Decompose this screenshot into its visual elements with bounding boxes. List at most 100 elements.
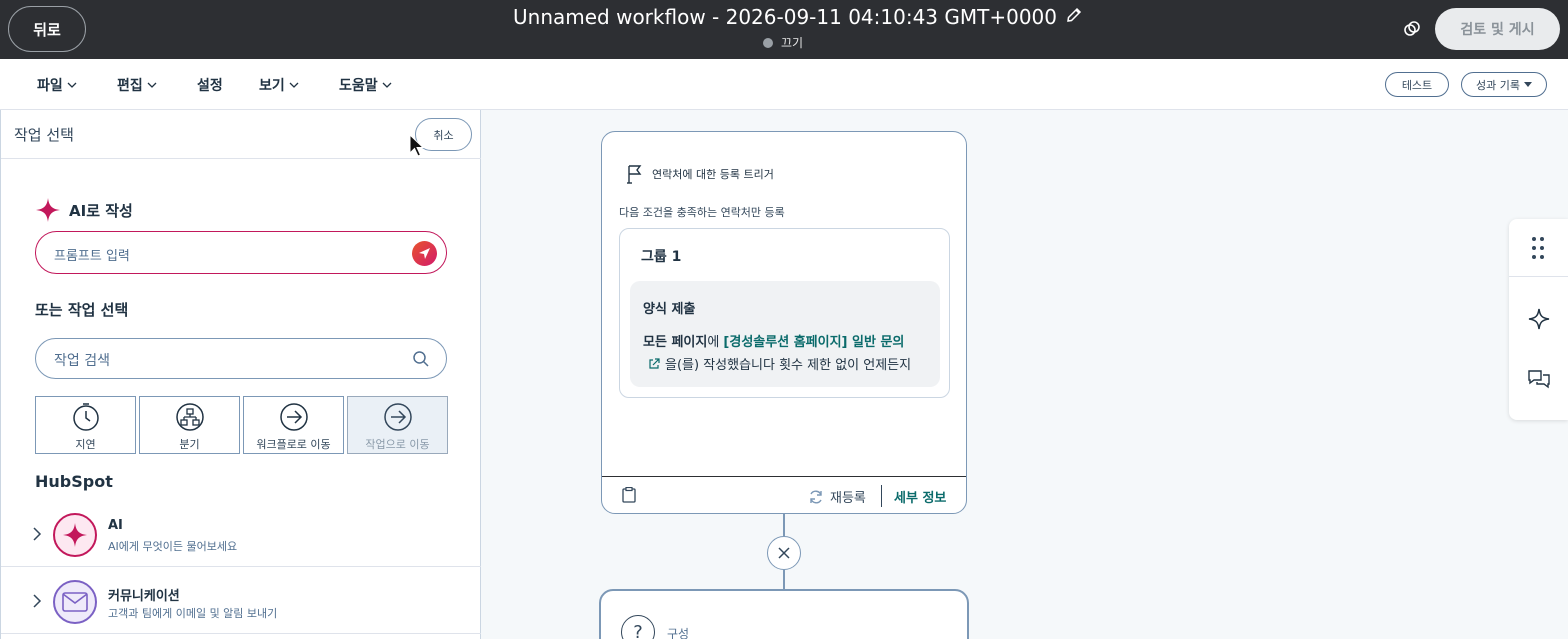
sparkle-icon bbox=[36, 198, 60, 222]
review-publish-button[interactable]: 검토 및 게시 bbox=[1435, 8, 1560, 50]
ai-heading-text: AI로 작성 bbox=[69, 201, 133, 220]
group-title: 그룹 1 bbox=[641, 249, 682, 265]
config-label: 구성 bbox=[667, 627, 690, 639]
action-go-to-action-label: 작업으로 이동 bbox=[365, 438, 430, 451]
prompt-input[interactable]: 프롬프트 입력 bbox=[35, 231, 447, 274]
action-delay-label: 지연 bbox=[75, 438, 96, 451]
action-go-to-workflow[interactable]: 워크플로로 이동 bbox=[243, 396, 344, 454]
panel-title: 작업 선택 bbox=[14, 126, 74, 144]
workflow-title[interactable]: Unnamed workflow - 2026-09-11 04:10:43 G… bbox=[513, 5, 1083, 29]
chevron-right-icon bbox=[33, 527, 42, 541]
menu-view[interactable]: 보기 bbox=[259, 75, 299, 95]
reenroll-button[interactable]: 재등록 bbox=[808, 487, 866, 506]
category-ai[interactable]: AI AI에게 무엇이든 물어보세요 bbox=[1, 501, 481, 567]
refresh-icon bbox=[810, 490, 822, 503]
performance-dropdown[interactable]: 성과 기록 bbox=[1461, 72, 1547, 97]
filter-description-line2: 을(를) 작성했습니다 횟수 제한 없이 언제든지 bbox=[648, 354, 911, 373]
filter-group: 그룹 1 양식 제출 모든 페이지에 [경성솔루션 홈페이지] 일반 문의 을(… bbox=[619, 228, 950, 398]
chevron-right-icon bbox=[33, 594, 42, 608]
menu-edit[interactable]: 편집 bbox=[117, 75, 157, 95]
prompt-placeholder: 프롬프트 입력 bbox=[54, 249, 130, 264]
filter-page-scope: 모든 페이지 bbox=[643, 335, 708, 350]
menu-edit-label: 편집 bbox=[117, 78, 143, 94]
hubspot-heading: HubSpot bbox=[35, 472, 113, 491]
sparkle-icon bbox=[53, 513, 97, 557]
workflow-status: 끄기 bbox=[763, 34, 803, 51]
menu-file-label: 파일 bbox=[37, 78, 63, 94]
filter-frequency: 을(를) 작성했습니다 횟수 제한 없이 언제든지 bbox=[665, 358, 912, 373]
menu-file[interactable]: 파일 bbox=[37, 75, 77, 95]
workflow-title-text: Unnamed workflow - 2026-09-11 04:10:43 G… bbox=[513, 5, 1058, 29]
category-ai-name: AI bbox=[108, 518, 123, 533]
connector-line bbox=[783, 570, 785, 589]
action-go-to-action: 작업으로 이동 bbox=[347, 396, 448, 454]
chevron-down-icon bbox=[289, 82, 299, 88]
details-link[interactable]: 세부 정보 bbox=[894, 487, 946, 506]
comments-icon[interactable] bbox=[1527, 369, 1551, 395]
action-search-input[interactable]: 작업 검색 bbox=[35, 338, 447, 379]
chevron-down-icon bbox=[147, 82, 157, 88]
trigger-card-footer: 재등록 세부 정보 bbox=[602, 476, 966, 514]
chevron-down-icon bbox=[67, 82, 77, 88]
question-icon: ? bbox=[621, 615, 655, 639]
reenroll-label: 재등록 bbox=[830, 491, 866, 506]
remove-connection-button[interactable] bbox=[767, 536, 801, 570]
flag-icon bbox=[627, 165, 642, 184]
filter-description-line1: 모든 페이지에 [경성솔루션 홈페이지] 일반 문의 bbox=[643, 331, 904, 350]
right-toolbar bbox=[1509, 219, 1568, 420]
menu-settings[interactable]: 설정 bbox=[197, 75, 223, 95]
ai-sparkle-icon[interactable] bbox=[1527, 307, 1551, 335]
status-text: 끄기 bbox=[781, 36, 804, 50]
menu-help[interactable]: 도움말 bbox=[339, 75, 392, 95]
chevron-down-icon bbox=[382, 82, 392, 88]
branch-icon bbox=[175, 403, 204, 431]
status-dot-icon bbox=[763, 37, 773, 48]
form-link[interactable]: [경성솔루션 홈페이지] 일반 문의 bbox=[723, 335, 904, 350]
filter-title: 양식 제출 bbox=[643, 302, 696, 317]
test-button[interactable]: 테스트 bbox=[1385, 72, 1449, 97]
arrow-right-circle-icon bbox=[279, 403, 308, 431]
toolbar-divider bbox=[1509, 276, 1568, 277]
menu-bar: 파일 편집 설정 보기 도움말 테스트 성과 기록 bbox=[0, 59, 1568, 110]
menu-help-label: 도움말 bbox=[339, 78, 378, 94]
action-panel: 작업 선택 취소 AI로 작성 프롬프트 입력 또는 작업 선택 작업 검색 지… bbox=[0, 110, 481, 639]
pencil-icon[interactable] bbox=[1065, 5, 1083, 29]
send-icon bbox=[419, 248, 430, 259]
enrollment-trigger-card[interactable]: 연락처에 대한 등록 트리거 다음 조건을 충족하는 연락처만 등록 그룹 1 … bbox=[601, 131, 967, 514]
action-branch[interactable]: 분기 bbox=[139, 396, 240, 454]
connector-line bbox=[783, 514, 785, 536]
configure-action-card[interactable]: ? 구성 bbox=[599, 589, 969, 639]
external-link-icon bbox=[649, 357, 660, 369]
trigger-subtitle: 다음 조건을 충족하는 연락처만 등록 bbox=[619, 206, 785, 219]
category-ai-description: AI에게 무엇이든 물어보세요 bbox=[108, 540, 238, 553]
filter-connector: 에 bbox=[707, 335, 724, 350]
timer-icon bbox=[72, 403, 99, 431]
link-icon[interactable] bbox=[1402, 19, 1422, 43]
clipboard-icon bbox=[622, 487, 636, 503]
menu-view-label: 보기 bbox=[259, 78, 285, 94]
category-communication-description: 고객과 팀에게 이메일 및 알림 보내기 bbox=[108, 607, 278, 620]
caret-down-icon bbox=[1523, 81, 1532, 87]
arrow-right-circle-icon bbox=[383, 403, 412, 431]
back-button[interactable]: 뒤로 bbox=[8, 6, 86, 52]
filter-condition[interactable]: 양식 제출 모든 페이지에 [경성솔루션 홈페이지] 일반 문의 을(를) 작성… bbox=[630, 281, 940, 387]
action-go-to-workflow-label: 워크플로로 이동 bbox=[256, 438, 331, 451]
footer-divider bbox=[881, 485, 882, 507]
search-placeholder: 작업 검색 bbox=[54, 353, 110, 369]
category-communication-name: 커뮤니케이션 bbox=[108, 589, 180, 604]
search-icon bbox=[413, 351, 429, 367]
performance-label: 성과 기록 bbox=[1476, 78, 1520, 92]
ai-write-heading: AI로 작성 bbox=[35, 197, 133, 223]
trigger-title-text: 연락처에 대한 등록 트리거 bbox=[652, 168, 774, 181]
envelope-icon bbox=[53, 580, 97, 624]
trigger-title: 연락처에 대한 등록 트리거 bbox=[626, 164, 774, 184]
or-select-heading: 또는 작업 선택 bbox=[35, 301, 129, 319]
action-branch-label: 분기 bbox=[179, 438, 200, 451]
top-bar: 뒤로 Unnamed workflow - 2026-09-11 04:10:4… bbox=[0, 0, 1568, 59]
send-prompt-button[interactable] bbox=[412, 241, 437, 266]
category-communication[interactable]: 커뮤니케이션 고객과 팀에게 이메일 및 알림 보내기 bbox=[1, 568, 481, 634]
drag-handle-icon[interactable] bbox=[1527, 235, 1549, 265]
action-delay[interactable]: 지연 bbox=[35, 396, 136, 454]
close-icon bbox=[778, 547, 790, 559]
mouse-cursor-icon bbox=[409, 133, 425, 162]
